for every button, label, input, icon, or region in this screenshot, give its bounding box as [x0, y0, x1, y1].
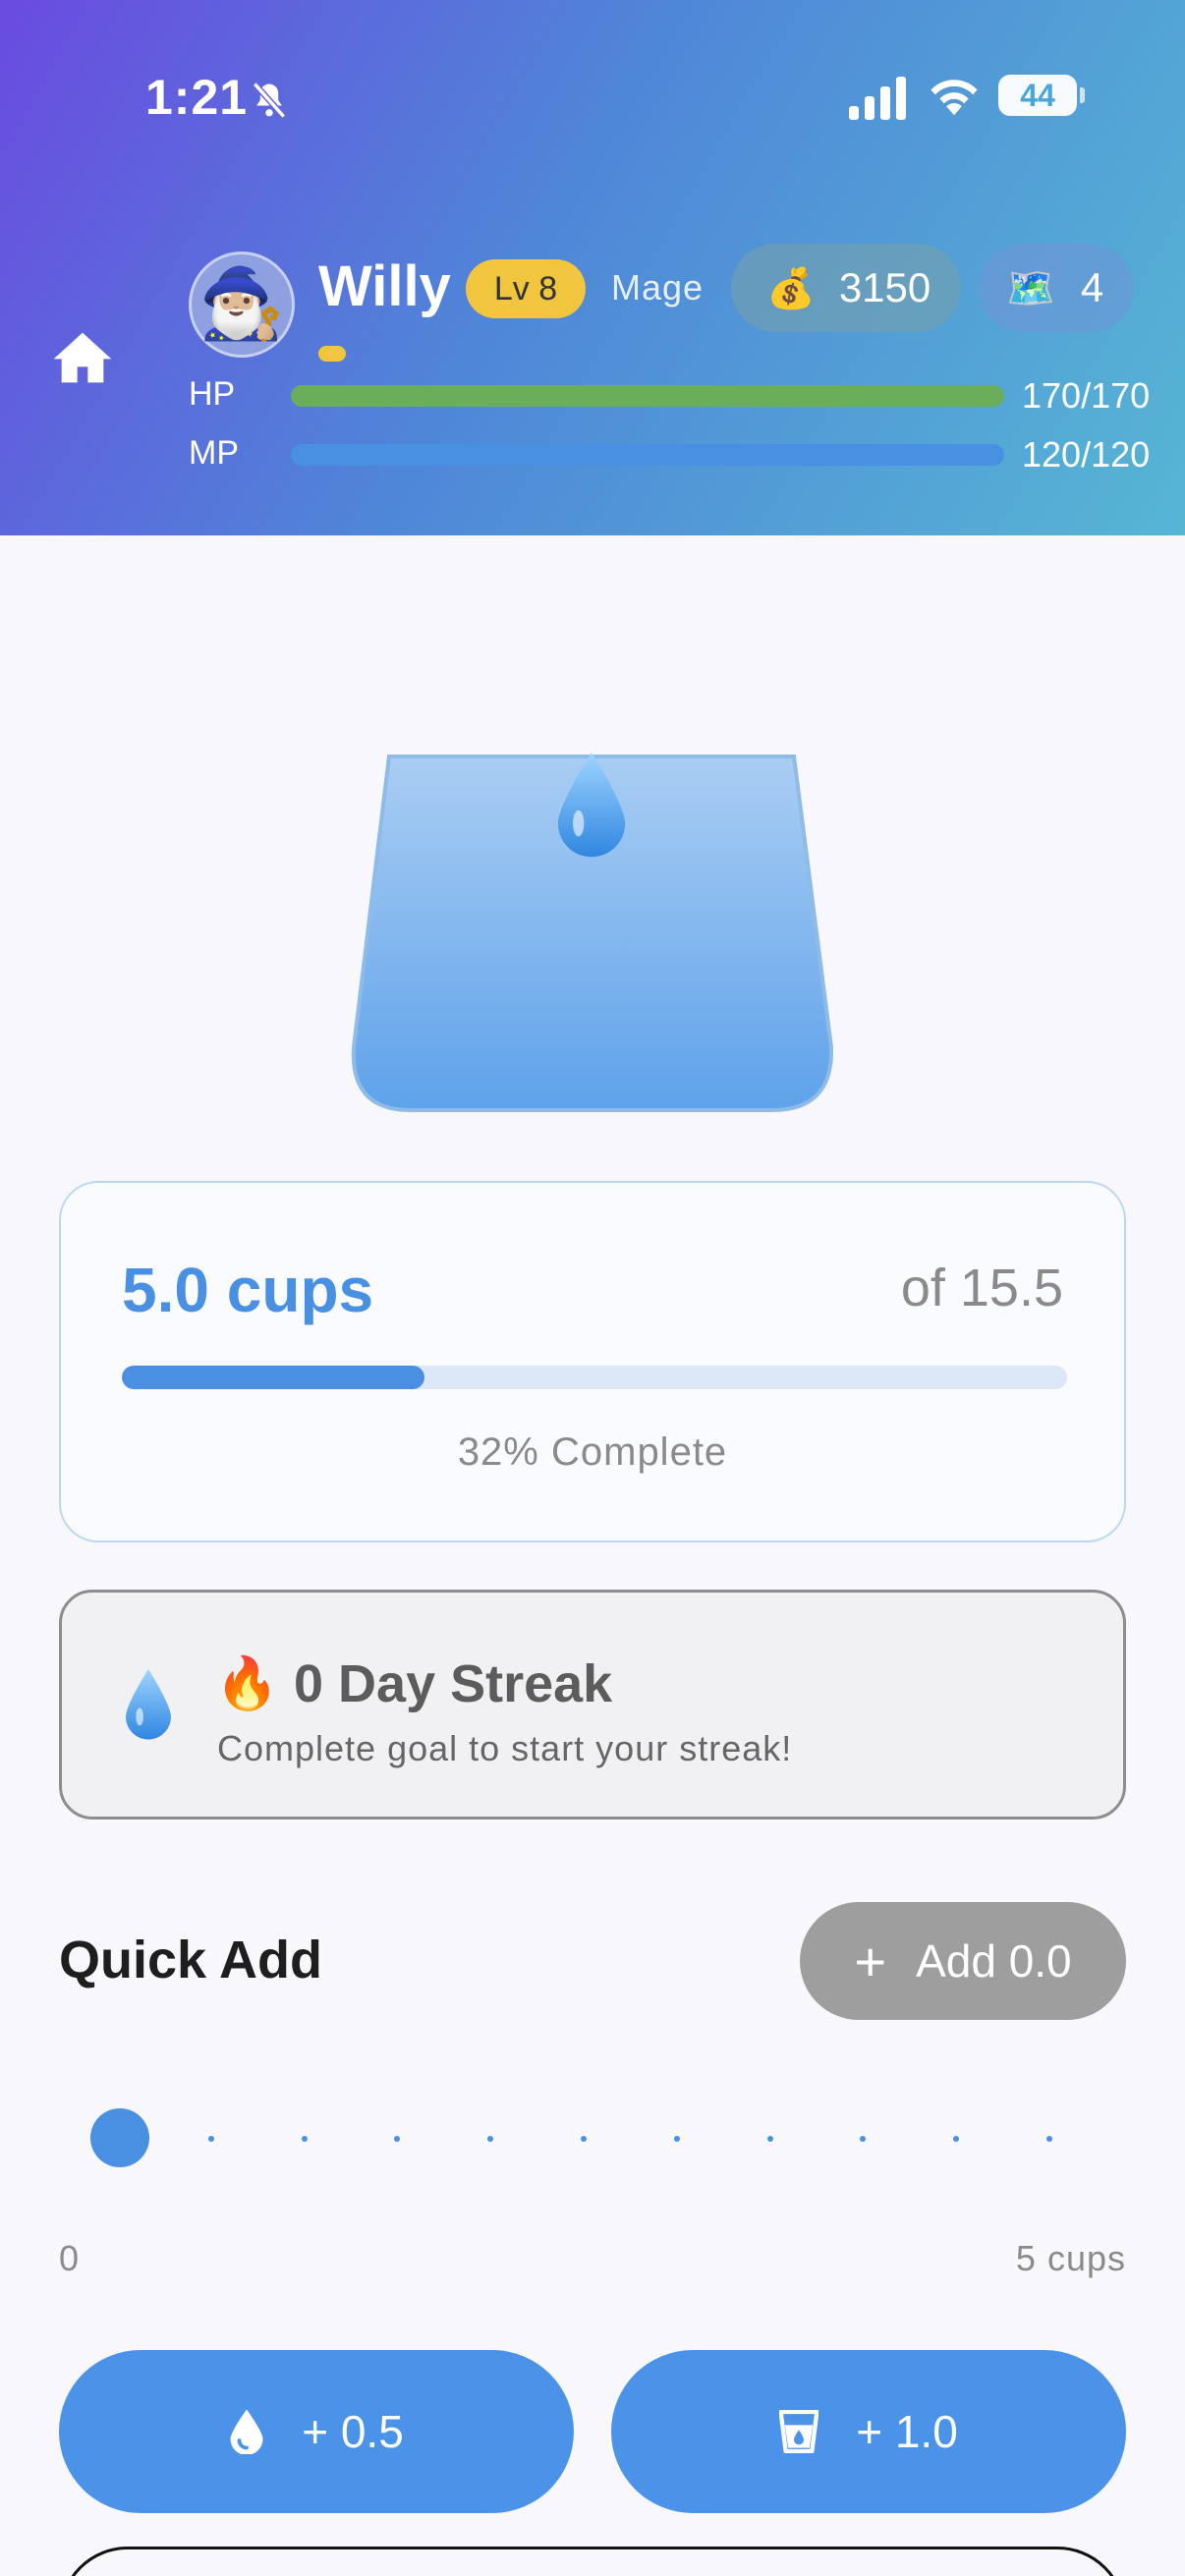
slider-tick: [1046, 2136, 1052, 2142]
slider-tick: [953, 2136, 960, 2142]
slider-tick: [860, 2136, 867, 2142]
streak-title: 0 Day Streak: [294, 1654, 613, 1713]
player-name: Willy: [318, 254, 451, 318]
streak-card: 🔥 0 Day Streak Complete goal to start yo…: [59, 1590, 1126, 1820]
slider-thumb[interactable]: [90, 2108, 149, 2167]
header: 1:21 44 🧙🏼‍♂️ Willy Lv 8 Mage 💰 3150 🗺️: [0, 0, 1185, 535]
next-card: [59, 2547, 1126, 2576]
streak-subtitle: Complete goal to start your streak!: [217, 1728, 793, 1768]
amount-slider[interactable]: [59, 2093, 1126, 2181]
mp-label: MP: [189, 434, 239, 472]
player-class: Mage: [611, 267, 705, 308]
slider-max-label: 5 cups: [1015, 2238, 1126, 2278]
slider-tick: [207, 2136, 214, 2142]
slider-tick: [394, 2136, 401, 2142]
add-one-label: + 1.0: [856, 2406, 958, 2457]
status-time: 1:21: [145, 70, 249, 125]
cups-goal: of 15.5: [900, 1259, 1063, 1317]
add-amount-button[interactable]: + Add 0.0: [800, 1902, 1126, 2020]
fire-icon: 🔥: [215, 1655, 279, 1712]
map-counter[interactable]: 🗺️ 4: [979, 244, 1134, 332]
add-amount-label: Add 0.0: [916, 1935, 1072, 1987]
mp-value: 120/120: [1022, 434, 1151, 475]
battery-indicator: 44: [998, 75, 1085, 116]
progress-bar-fill: [122, 1366, 424, 1389]
status-bar: 1:21 44: [0, 59, 1185, 138]
avatar[interactable]: 🧙🏼‍♂️: [189, 252, 295, 358]
map-value: 4: [1080, 264, 1104, 310]
hp-bar: [291, 385, 1004, 407]
signal-icon: [849, 77, 906, 120]
bell-slash-icon: [252, 82, 287, 119]
add-one-cup-button[interactable]: + 1.0: [611, 2350, 1126, 2513]
quick-add-title: Quick Add: [59, 1931, 323, 1989]
hp-label: HP: [189, 375, 236, 413]
water-drop-icon: [126, 1669, 171, 1740]
money-bag-icon: 💰: [766, 266, 816, 310]
water-drop-icon: [557, 753, 626, 858]
add-half-cup-button[interactable]: + 0.5: [59, 2350, 574, 2513]
percent-complete: 32% Complete: [457, 1430, 728, 1474]
slider-tick: [487, 2136, 494, 2142]
map-icon: 🗺️: [1006, 266, 1055, 310]
slider-tick: [673, 2136, 680, 2142]
plus-icon: +: [854, 1930, 887, 1992]
wizard-icon: 🧙🏼‍♂️: [198, 265, 285, 342]
progress-card: 5.0 cups of 15.5 32% Complete: [59, 1181, 1126, 1542]
gold-counter[interactable]: 💰 3150: [731, 244, 961, 332]
slider-tick: [301, 2136, 308, 2142]
xp-indicator: [318, 346, 346, 362]
hp-bar-fill: [291, 385, 1004, 407]
gold-value: 3150: [838, 264, 931, 310]
slider-min-label: 0: [59, 2238, 80, 2278]
add-half-label: + 0.5: [302, 2406, 404, 2457]
level-badge: Lv 8: [466, 259, 586, 318]
home-icon[interactable]: [51, 330, 114, 385]
progress-bar: [122, 1366, 1067, 1389]
mp-bar-fill: [291, 444, 1004, 466]
wifi-icon: [931, 80, 978, 116]
slider-tick: [766, 2136, 773, 2142]
hp-value: 170/170: [1022, 375, 1151, 416]
cup-icon: [779, 2410, 819, 2453]
cups-amount: 5.0 cups: [122, 1255, 374, 1325]
mp-bar: [291, 444, 1004, 466]
water-cup: [350, 753, 835, 1114]
water-drop-icon: [230, 2409, 263, 2454]
slider-tick: [581, 2136, 587, 2142]
